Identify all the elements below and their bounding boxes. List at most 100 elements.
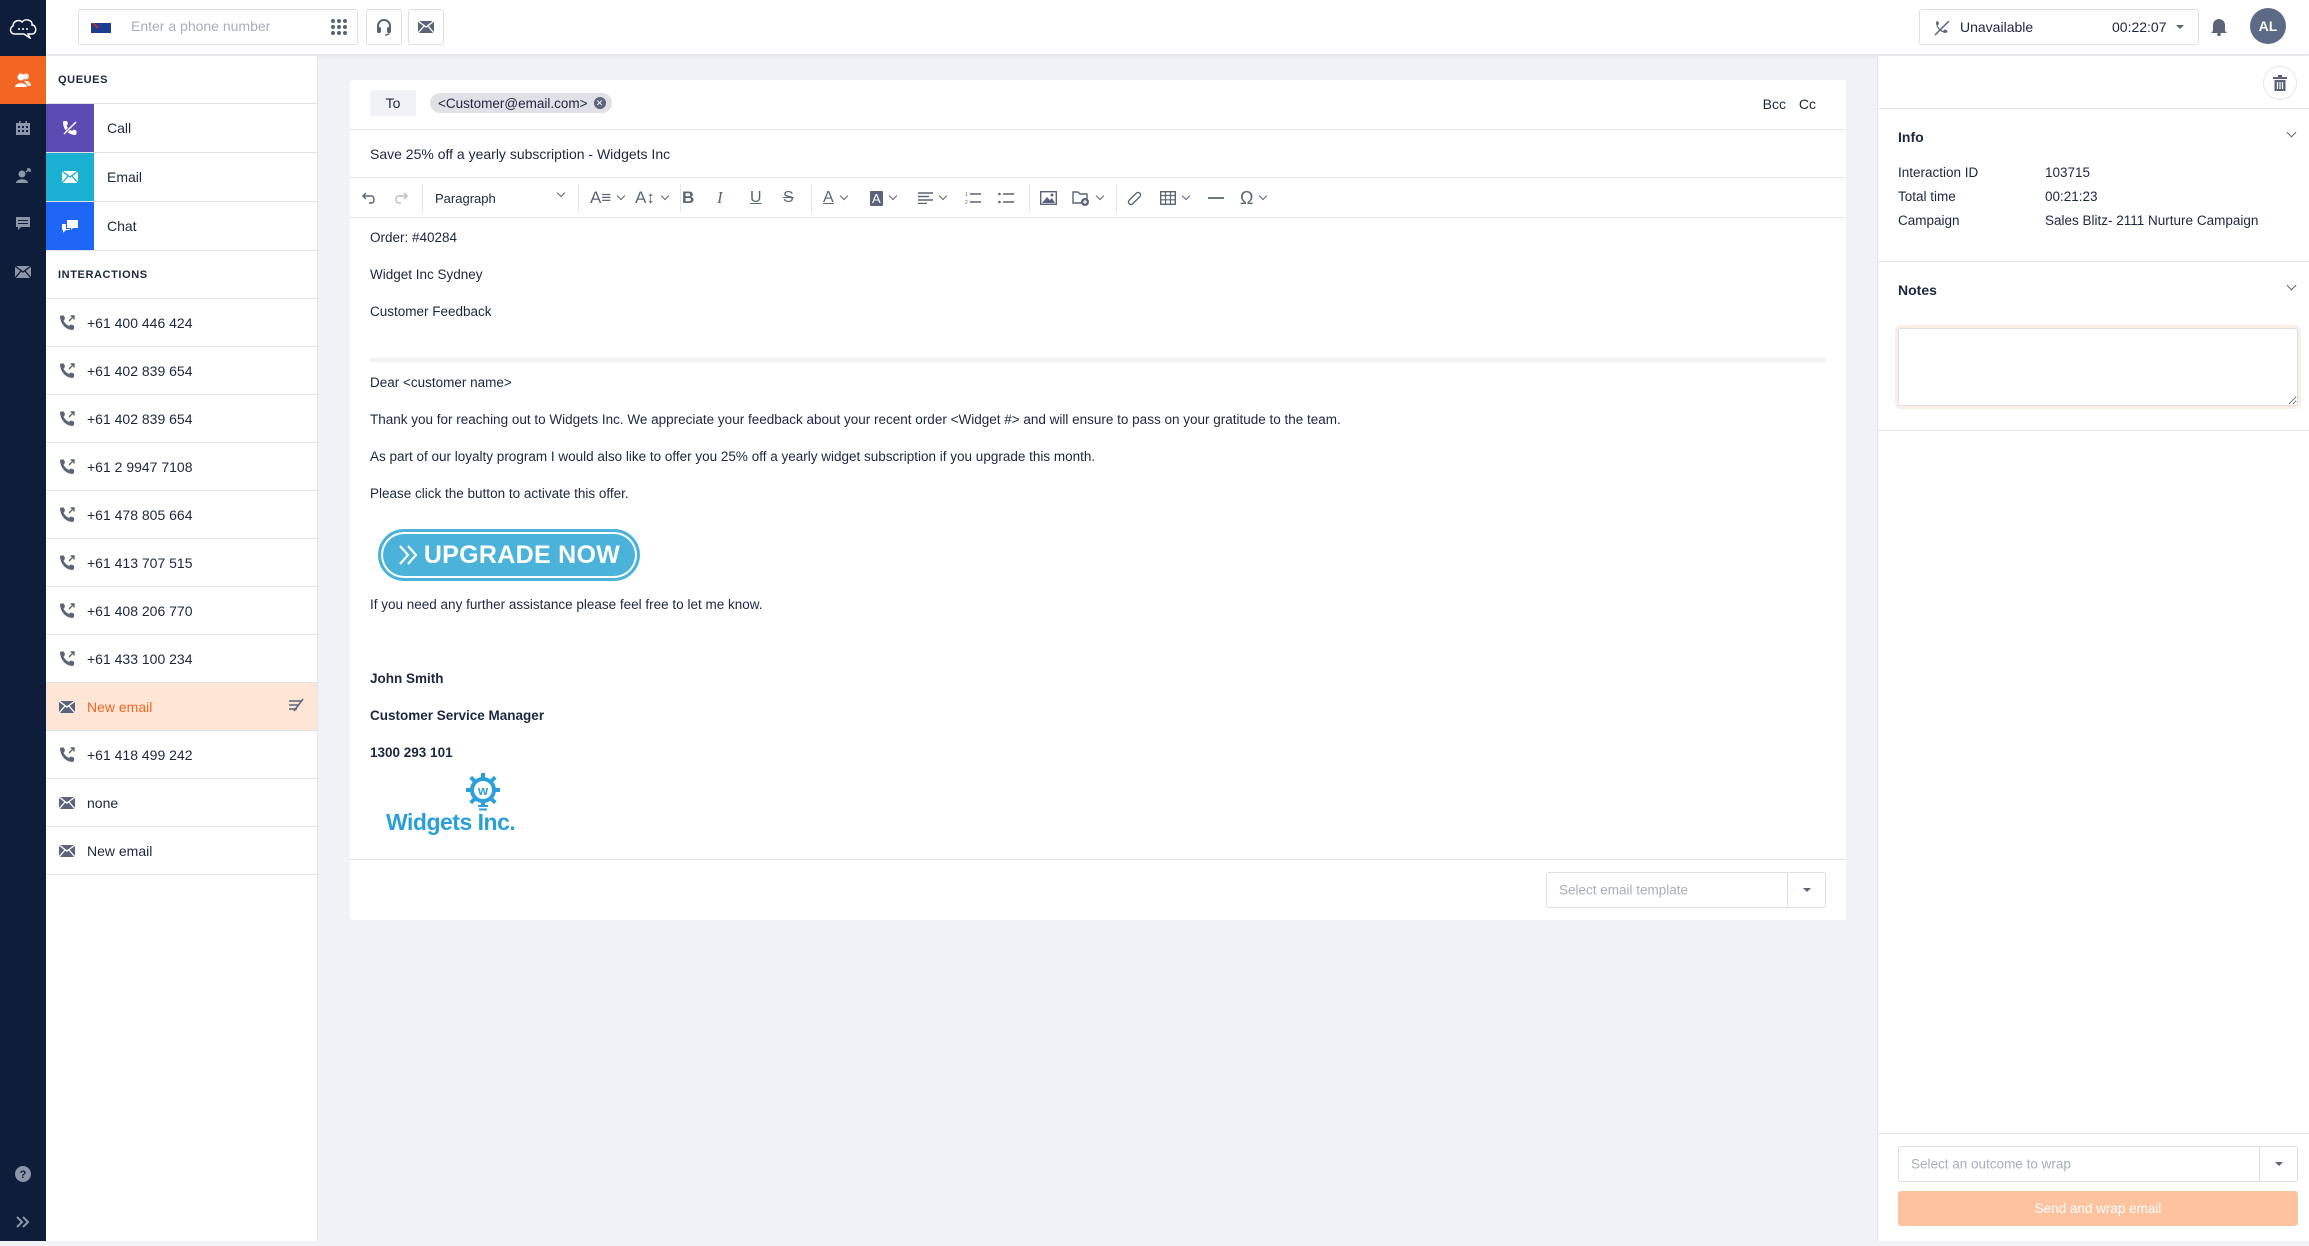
chevron-down-icon [1259, 191, 1268, 201]
recipient-chip[interactable]: <Customer@email.com> ✕ [430, 93, 612, 113]
queues-icon[interactable] [0, 56, 46, 104]
undo-icon[interactable] [362, 186, 378, 210]
subject-row [350, 130, 1846, 178]
interaction-item[interactable]: +61 400 446 424 [46, 299, 317, 347]
status-label: Unavailable [1960, 19, 2034, 35]
text-color-dropdown[interactable]: A [823, 186, 848, 210]
strikethrough-button[interactable]: S [783, 186, 794, 210]
recipient-address: <Customer@email.com> [438, 95, 588, 111]
queue-call[interactable]: Call [46, 104, 317, 153]
insert-table-dropdown[interactable] [1160, 186, 1191, 210]
notes-textarea[interactable] [1898, 328, 2298, 406]
horizontal-line-icon [1208, 197, 1224, 199]
attach-file-dropdown[interactable] [1072, 186, 1105, 210]
bcc-button[interactable]: Bcc [1763, 96, 1786, 112]
interaction-item[interactable]: +61 478 805 664 [46, 491, 317, 539]
chevron-down-icon [938, 191, 948, 201]
insert-image-button[interactable] [1040, 186, 1057, 210]
interaction-item[interactable]: +61 402 839 654 [46, 395, 317, 443]
info-collapse-chevron-icon[interactable] [2286, 127, 2297, 138]
email-composer: To <Customer@email.com> ✕ Bcc Cc Paragra… [350, 80, 1846, 920]
outbound-call-icon [58, 410, 76, 428]
folder-attach-icon [1072, 191, 1089, 206]
queue-email[interactable]: Email [46, 153, 317, 202]
font-family-dropdown[interactable]: A≡ [590, 186, 626, 210]
font-size-dropdown[interactable]: A↕ [635, 186, 670, 210]
redo-icon[interactable] [392, 186, 408, 210]
interaction-item[interactable]: +61 408 206 770 [46, 587, 317, 635]
interaction-item[interactable]: none [46, 779, 317, 827]
interaction-item[interactable]: +61 418 499 242 [46, 731, 317, 779]
highlight-color-dropdown[interactable]: A [870, 186, 897, 210]
location-line: Widget Inc Sydney [370, 267, 483, 282]
caret-down-icon[interactable] [1787, 873, 1825, 907]
cloud-chat-logo-icon[interactable] [0, 0, 46, 55]
user-avatar[interactable]: AL [2250, 8, 2286, 44]
toolbar-divider [680, 184, 681, 212]
underline-button[interactable]: U [750, 186, 762, 210]
help-icon[interactable]: ? [0, 1150, 46, 1198]
upgrade-now-button[interactable]: UPGRADE NOW [378, 529, 640, 581]
block-format-value: Paragraph [435, 190, 496, 206]
outbound-call-icon [58, 650, 76, 668]
chevron-down-icon [888, 191, 897, 201]
phone-number-input[interactable] [131, 18, 311, 34]
horizontal-rule-button[interactable] [1208, 186, 1224, 210]
email-icon [58, 842, 76, 860]
info-value: Sales Blitz- 2111 Nurture Campaign [2045, 213, 2259, 228]
agent-status-dropdown[interactable]: Unavailable 00:22:07 [1919, 9, 2199, 45]
wrap-outcome-select[interactable]: Select an outcome to wrap [1898, 1146, 2298, 1182]
interaction-item[interactable]: +61 433 100 234 [46, 635, 317, 683]
to-button[interactable]: To [370, 90, 416, 116]
notifications-bell-icon[interactable] [2210, 16, 2228, 36]
expand-rail-icon[interactable] [0, 1198, 46, 1246]
headset-button[interactable] [366, 9, 402, 45]
numbered-list-button[interactable]: 12 [965, 186, 981, 210]
svg-text:?: ? [20, 1169, 27, 1181]
interaction-item[interactable]: New email [46, 827, 317, 875]
australia-flag-icon[interactable] [91, 23, 111, 33]
calendar-icon[interactable] [0, 104, 46, 152]
special-character-dropdown[interactable]: Ω [1240, 186, 1268, 210]
bold-button[interactable]: B [682, 186, 694, 210]
delete-button[interactable] [2263, 66, 2297, 100]
svg-text:2: 2 [965, 200, 968, 205]
omega-icon: Ω [1240, 187, 1254, 208]
bullet-list-button[interactable] [998, 186, 1014, 210]
topic-line: Customer Feedback [370, 304, 492, 319]
caret-down-icon[interactable] [2259, 1147, 2297, 1181]
align-dropdown[interactable] [918, 186, 948, 210]
interaction-item[interactable]: New email [46, 683, 317, 731]
interaction-item[interactable]: +61 402 839 654 [46, 347, 317, 395]
gear-bulb-icon: w [466, 773, 500, 811]
svg-text:w: w [477, 783, 489, 798]
chat-icon[interactable] [0, 200, 46, 248]
numbered-list-icon: 12 [965, 192, 981, 205]
signature-title: Customer Service Manager [370, 708, 545, 723]
dialpad-icon[interactable] [331, 19, 347, 35]
cc-button[interactable]: Cc [1799, 96, 1816, 112]
queue-chat[interactable]: Chat [46, 202, 317, 251]
block-format-dropdown[interactable]: Paragraph [435, 186, 570, 210]
chevron-down-icon [660, 191, 670, 201]
outbound-call-icon [58, 458, 76, 476]
remove-recipient-icon[interactable]: ✕ [593, 97, 606, 109]
email-icon[interactable] [0, 248, 46, 296]
contact-transfer-icon[interactable] [0, 152, 46, 200]
notes-collapse-chevron-icon[interactable] [2286, 280, 2297, 291]
new-email-button[interactable] [408, 9, 444, 45]
insert-link-button[interactable] [1127, 186, 1142, 210]
toolbar-divider [578, 184, 579, 212]
info-row: Campaign Sales Blitz- 2111 Nurture Campai… [1898, 213, 2258, 228]
paragraph-cta-instruction: Please click the button to activate this… [370, 486, 629, 501]
interaction-item[interactable]: +61 413 707 515 [46, 539, 317, 587]
italic-button[interactable]: I [717, 186, 723, 210]
interaction-label: +61 433 100 234 [87, 650, 193, 667]
subject-input[interactable] [350, 130, 1846, 177]
wrap-up-icon[interactable] [289, 698, 305, 715]
email-template-select[interactable]: Select email template [1546, 872, 1826, 908]
interaction-item[interactable]: +61 2 9947 7108 [46, 443, 317, 491]
wrap-outcome-placeholder: Select an outcome to wrap [1911, 1156, 2071, 1172]
send-and-wrap-button[interactable]: Send and wrap email [1898, 1191, 2298, 1226]
queue-label: Email [107, 169, 143, 185]
